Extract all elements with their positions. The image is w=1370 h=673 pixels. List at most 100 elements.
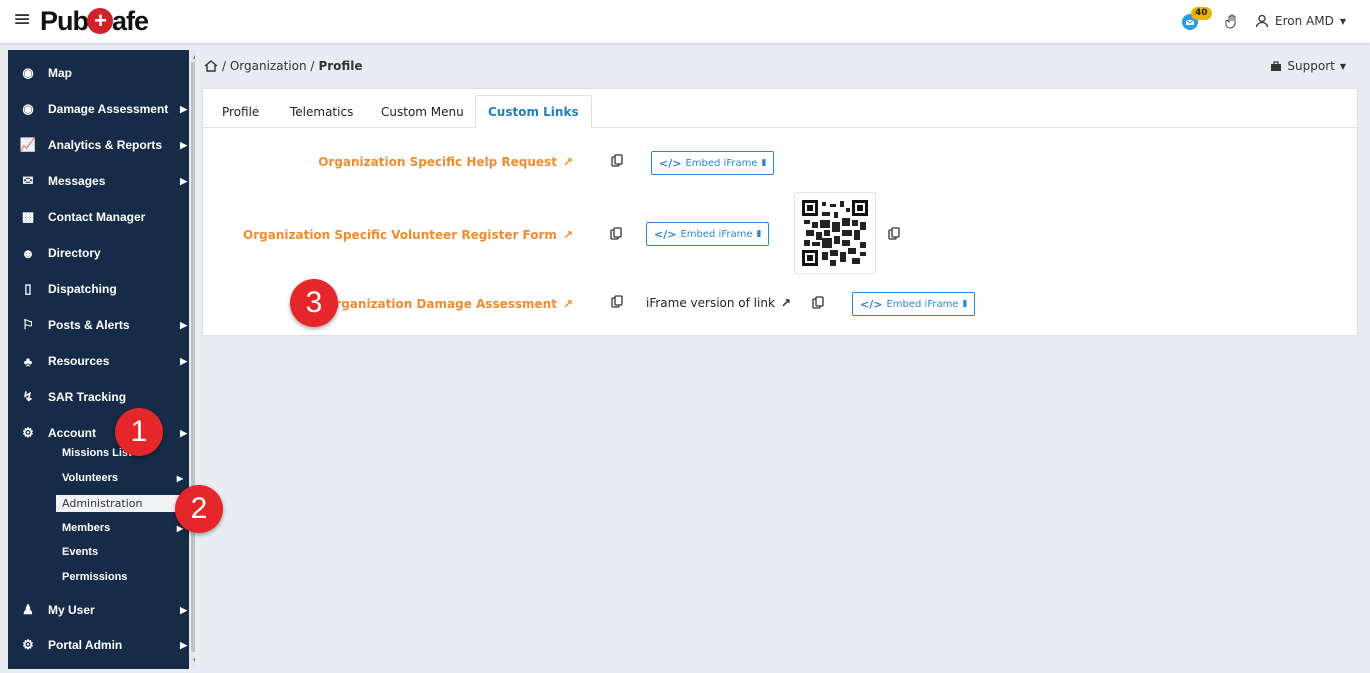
chevron-right-icon: ▶: [180, 175, 187, 186]
sidebar-item-portal-admin[interactable]: ⚙ Portal Admin ▶: [8, 628, 189, 662]
sidebar-item-sar-tracking[interactable]: ↯ SAR Tracking: [8, 380, 189, 414]
caret-down-icon: ▼: [1339, 16, 1346, 26]
chevron-right-icon: ▶: [180, 355, 187, 366]
sidebar-subitem-administration[interactable]: Administration: [56, 495, 186, 512]
scroll-down-arrow-icon[interactable]: ▼: [193, 657, 195, 665]
embed-iframe-button[interactable]: </> Embed iFrame ▮: [646, 222, 770, 246]
copy-icon[interactable]: [812, 296, 824, 310]
sidebar-subitem-label: Volunteers: [62, 472, 119, 484]
sidebar-item-label: SAR Tracking: [48, 390, 127, 404]
copy-icon[interactable]: [888, 227, 900, 241]
globe-icon: ◉: [22, 65, 34, 80]
sidebar-item-directory[interactable]: ☻ Directory: [8, 236, 189, 270]
embed-iframe-button[interactable]: </> Embed iFrame ▮: [852, 292, 976, 316]
home-icon[interactable]: [204, 60, 218, 72]
caret-down-icon: ▼: [1339, 61, 1346, 71]
logo-text-afe: afe: [112, 5, 149, 36]
volunteer-register-link[interactable]: Organization Specific Volunteer Register…: [243, 228, 573, 242]
route-icon: ↯: [22, 389, 34, 404]
tab-profile[interactable]: Profile: [222, 95, 259, 128]
chevron-right-icon: ▶: [180, 103, 187, 114]
sidebar-item-messages[interactable]: ✉ Messages ▶: [8, 164, 189, 198]
sidebar-subitem-label: Members: [62, 522, 111, 534]
sidebar-item-label: Posts & Alerts: [48, 318, 130, 332]
support-icon: [1271, 60, 1282, 71]
sidebar-item-resources[interactable]: ♣ Resources ▶: [8, 344, 189, 378]
code-icon: </>: [654, 227, 677, 241]
annotation-marker-1: 1: [115, 408, 163, 456]
damage-assessment-link[interactable]: Organization Damage Assessment ↗: [325, 297, 573, 311]
tab-telematics[interactable]: Telematics: [290, 95, 353, 128]
external-link-icon: ↗: [562, 228, 573, 242]
sidebar-item-label: Portal Admin: [48, 638, 123, 652]
globe-icon: ◉: [22, 101, 34, 116]
sidebar-item-map[interactable]: ◉ Map: [8, 56, 189, 90]
help-request-link[interactable]: Organization Specific Help Request ↗: [318, 155, 573, 169]
iframe-version-label: iFrame version of link: [646, 296, 775, 310]
user-menu[interactable]: Eron AMD ▼: [1255, 14, 1346, 28]
sidebar-subitem-permissions[interactable]: Permissions: [48, 566, 189, 588]
iframe-version-link[interactable]: iFrame version of link ↗: [646, 296, 791, 310]
copy-icon[interactable]: [610, 227, 622, 241]
sidebar-item-label: Contact Manager: [48, 210, 146, 224]
sidebar-subitem-members[interactable]: Members ▶: [48, 517, 189, 539]
sidebar-subitem-volunteers[interactable]: Volunteers ▶: [48, 467, 189, 489]
sidebar-item-posts-alerts[interactable]: ⚐ Posts & Alerts ▶: [8, 308, 189, 342]
sidebar-item-label: Resources: [48, 354, 110, 368]
sidebar-subitem-label: Events: [62, 546, 99, 558]
tab-label: Telematics: [290, 104, 354, 119]
sidebar-item-my-user[interactable]: ♟ My User ▶: [8, 593, 189, 627]
qr-code: [794, 192, 876, 274]
support-menu[interactable]: Support ▼: [1270, 59, 1346, 73]
breadcrumb-current: Profile: [318, 59, 363, 73]
sidebar-subitem-label: Administration: [62, 497, 143, 510]
user-icon: ♟: [22, 602, 34, 617]
line-chart-icon: 📈: [19, 137, 37, 152]
mobile-icon: ▯: [24, 281, 32, 296]
external-link-icon: ↗: [780, 296, 791, 310]
gear-icon: ⚙: [22, 637, 34, 652]
breadcrumb-path[interactable]: / Organization /: [222, 59, 314, 73]
external-link-icon: ↗: [562, 155, 573, 169]
tab-label: Custom Links: [488, 104, 579, 119]
app-logo[interactable]: Pub + afe: [40, 5, 149, 37]
user-icon: [1255, 14, 1269, 28]
sidebar-item-label: Account: [48, 426, 96, 440]
sidebar-item-label: My User: [48, 603, 95, 617]
clipboard-icon: ▮: [761, 158, 767, 168]
tab-label: Custom Menu: [381, 104, 464, 119]
sidebar-item-dispatching[interactable]: ▯ Dispatching: [8, 272, 189, 306]
top-bar: ≡ Pub + afe 40 Eron AMD ▼: [0, 0, 1370, 44]
user-name: Eron AMD: [1275, 14, 1334, 28]
sidebar-item-contact-manager[interactable]: ▩ Contact Manager: [8, 200, 189, 234]
notification-count-badge: 40: [1191, 7, 1212, 20]
tab-custom-links[interactable]: Custom Links: [475, 95, 592, 128]
sidebar-item-damage-assessment[interactable]: ◉ Damage Assessment ▶: [8, 92, 189, 126]
chevron-right-icon: ▶: [180, 319, 187, 330]
annotation-marker-3: 3: [290, 279, 338, 327]
scroll-up-arrow-icon[interactable]: ▲: [193, 52, 195, 60]
chevron-right-icon: ▶: [180, 604, 187, 615]
tab-custom-menu[interactable]: Custom Menu: [381, 95, 464, 128]
notifications-button[interactable]: 40: [1181, 7, 1212, 32]
resources-icon: ♣: [23, 353, 33, 369]
copy-icon[interactable]: [611, 295, 623, 309]
map-marked-icon: ⚐: [22, 317, 34, 332]
copy-icon[interactable]: [611, 154, 623, 168]
hamburger-menu-icon[interactable]: ≡: [13, 9, 31, 31]
embed-iframe-button[interactable]: </> Embed iFrame ▮: [651, 151, 775, 175]
tab-bar: Profile Telematics Custom Menu Custom Li…: [203, 89, 1359, 128]
hand-icon[interactable]: [1225, 13, 1239, 29]
sidebar-scrollbar-thumb[interactable]: [191, 62, 195, 652]
breadcrumb: / Organization / Profile: [204, 59, 363, 73]
sidebar-item-label: Map: [48, 66, 72, 80]
chevron-right-icon: ▶: [180, 427, 187, 438]
embed-iframe-label: Embed iFrame: [680, 228, 753, 240]
sidebar-subitem-events[interactable]: Events: [48, 541, 189, 563]
code-icon: </>: [659, 156, 682, 170]
external-link-icon: ↗: [562, 297, 573, 311]
help-request-link-label: Organization Specific Help Request: [318, 155, 557, 169]
sidebar: ◉ Map ◉ Damage Assessment ▶ 📈 Analytics & Re…: [8, 50, 195, 669]
sidebar-item-analytics-reports[interactable]: 📈 Analytics & Reports ▶: [8, 128, 189, 162]
damage-assessment-link-label: Organization Damage Assessment: [325, 297, 557, 311]
